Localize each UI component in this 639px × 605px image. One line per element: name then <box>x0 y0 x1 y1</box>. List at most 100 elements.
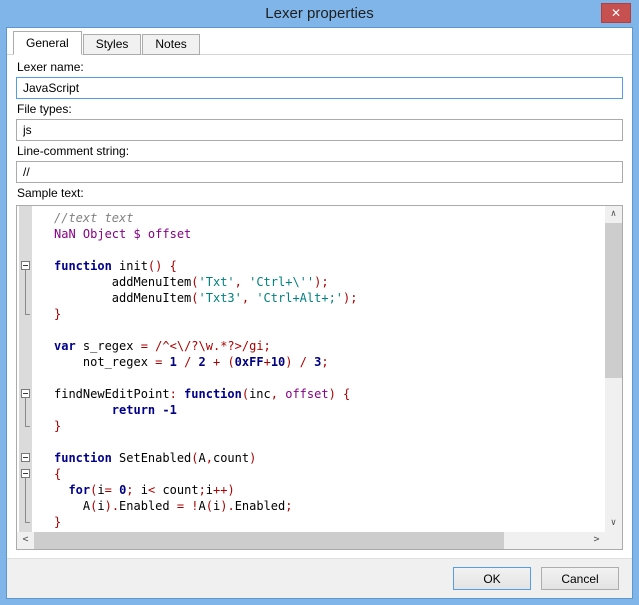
dialog-client-area: General Styles Notes Lexer name: File ty… <box>7 28 632 598</box>
scrollbar-corner <box>605 532 622 549</box>
code-area[interactable]: //text textNaN Object $ offsetfunction i… <box>34 206 605 532</box>
lexer-name-input[interactable] <box>16 77 623 99</box>
code-token: A <box>199 451 206 465</box>
fold-minus-icon <box>21 453 30 462</box>
fold-toggle-icon[interactable] <box>19 258 32 274</box>
code-line: var s_regex = /^<\/?\w.*?>/gi; <box>54 338 605 354</box>
code-token: i <box>97 499 104 513</box>
code-token: count <box>213 451 249 465</box>
code-token: = <box>141 339 155 353</box>
code-token: < <box>148 483 162 497</box>
scroll-right-icon[interactable]: > <box>588 532 605 549</box>
fold-margin-cell <box>19 418 32 434</box>
fold-margin-cell <box>19 402 32 418</box>
code-token: ) { <box>329 387 351 401</box>
close-icon: ✕ <box>611 6 621 20</box>
code-token: : <box>170 387 184 401</box>
fold-toggle-icon[interactable] <box>19 466 32 482</box>
fold-minus-icon <box>21 389 30 398</box>
code-token: -1 <box>162 403 176 417</box>
code-token: ); <box>314 275 328 289</box>
fold-margin-cell <box>19 434 32 450</box>
scroll-left-icon[interactable]: < <box>17 532 34 549</box>
tab-general[interactable]: General <box>13 31 82 55</box>
code-line: function SetEnabled(A,count) <box>54 450 605 466</box>
code-line: findNewEditPoint: function(inc, offset) … <box>54 386 605 402</box>
title-bar[interactable]: Lexer properties ✕ <box>0 0 639 28</box>
code-token: count <box>162 483 198 497</box>
code-token: A <box>54 499 90 513</box>
fold-margin-cell <box>19 242 32 258</box>
code-token: ). <box>105 499 119 513</box>
code-token: function <box>184 387 242 401</box>
code-token: } <box>54 515 61 529</box>
code-token: A <box>199 499 206 513</box>
code-token: , <box>271 387 285 401</box>
code-line: } <box>54 514 605 530</box>
code-token: for <box>68 483 90 497</box>
code-token: addMenuItem <box>54 291 191 305</box>
file-types-label: File types: <box>17 102 623 116</box>
code-token: ; <box>126 483 140 497</box>
fold-margin-cell <box>19 482 32 498</box>
code-token: not_regex <box>54 355 155 369</box>
code-line: addMenuItem('Txt3', 'Ctrl+Alt+;'); <box>54 290 605 306</box>
code-token: 0xFF <box>235 355 264 369</box>
cancel-button[interactable]: Cancel <box>541 567 619 590</box>
code-token: /^<\/?\w.*?>/gi <box>155 339 263 353</box>
scroll-down-icon[interactable]: ∨ <box>605 515 622 532</box>
lexer-name-label: Lexer name: <box>17 60 623 74</box>
lexer-properties-window: { "window": { "title": "Lexer properties… <box>0 0 639 605</box>
ok-button[interactable]: OK <box>453 567 531 590</box>
fold-minus-icon <box>21 469 30 478</box>
code-line: function init() { <box>54 258 605 274</box>
horizontal-scroll-thumb[interactable] <box>34 532 504 549</box>
code-token: 'Txt3' <box>199 291 242 305</box>
code-token: ) <box>249 451 256 465</box>
code-line: A(i).Enabled = !A(i).Enabled; <box>54 498 605 514</box>
close-button[interactable]: ✕ <box>601 3 631 23</box>
code-token: i <box>206 483 213 497</box>
code-token: = <box>105 483 119 497</box>
code-line: not_regex = 1 / 2 + (0xFF+10) / 3; <box>54 354 605 370</box>
code-token: { <box>54 467 61 481</box>
tab-notes[interactable]: Notes <box>142 34 199 55</box>
code-token: 10 <box>271 355 285 369</box>
code-token: findNewEditPoint <box>54 387 170 401</box>
fold-margin-cell <box>19 274 32 290</box>
code-line: return -1 <box>54 402 605 418</box>
tab-page-general: Lexer name: File types: Line-comment str… <box>7 54 632 558</box>
file-types-input[interactable] <box>16 119 623 141</box>
fold-margin-cell <box>19 498 32 514</box>
vertical-scroll-thumb[interactable] <box>605 223 622 378</box>
scroll-up-icon[interactable]: ∧ <box>605 206 622 223</box>
code-token: , <box>242 291 256 305</box>
fold-margin-cell <box>19 210 32 226</box>
code-token: inc <box>249 387 271 401</box>
fold-toggle-icon[interactable] <box>19 386 32 402</box>
code-token: ; <box>321 355 328 369</box>
line-comment-input[interactable] <box>16 161 623 183</box>
code-token: + <box>264 355 271 369</box>
sample-text-editor[interactable]: //text textNaN Object $ offsetfunction i… <box>16 205 623 550</box>
code-line: //text text <box>54 210 605 226</box>
code-line <box>54 322 605 338</box>
tab-styles[interactable]: Styles <box>83 34 142 55</box>
fold-margin-cell <box>19 226 32 242</box>
code-token: ( <box>191 451 198 465</box>
code-token: offset <box>285 387 328 401</box>
code-token: function <box>54 259 112 273</box>
code-token: 'Ctrl+\'' <box>249 275 314 289</box>
code-line: } <box>54 306 605 322</box>
horizontal-scrollbar[interactable]: < > <box>17 532 605 549</box>
fold-margin-cell <box>19 290 32 306</box>
code-token: function <box>54 451 112 465</box>
vertical-scrollbar[interactable]: ∧ ∨ <box>605 206 622 532</box>
code-token: = <box>155 355 169 369</box>
fold-toggle-icon[interactable] <box>19 450 32 466</box>
code-token: ( <box>191 275 198 289</box>
code-token: SetEnabled <box>112 451 191 465</box>
code-token: ( <box>206 499 213 513</box>
code-line: { <box>54 466 605 482</box>
code-token: , <box>235 275 249 289</box>
